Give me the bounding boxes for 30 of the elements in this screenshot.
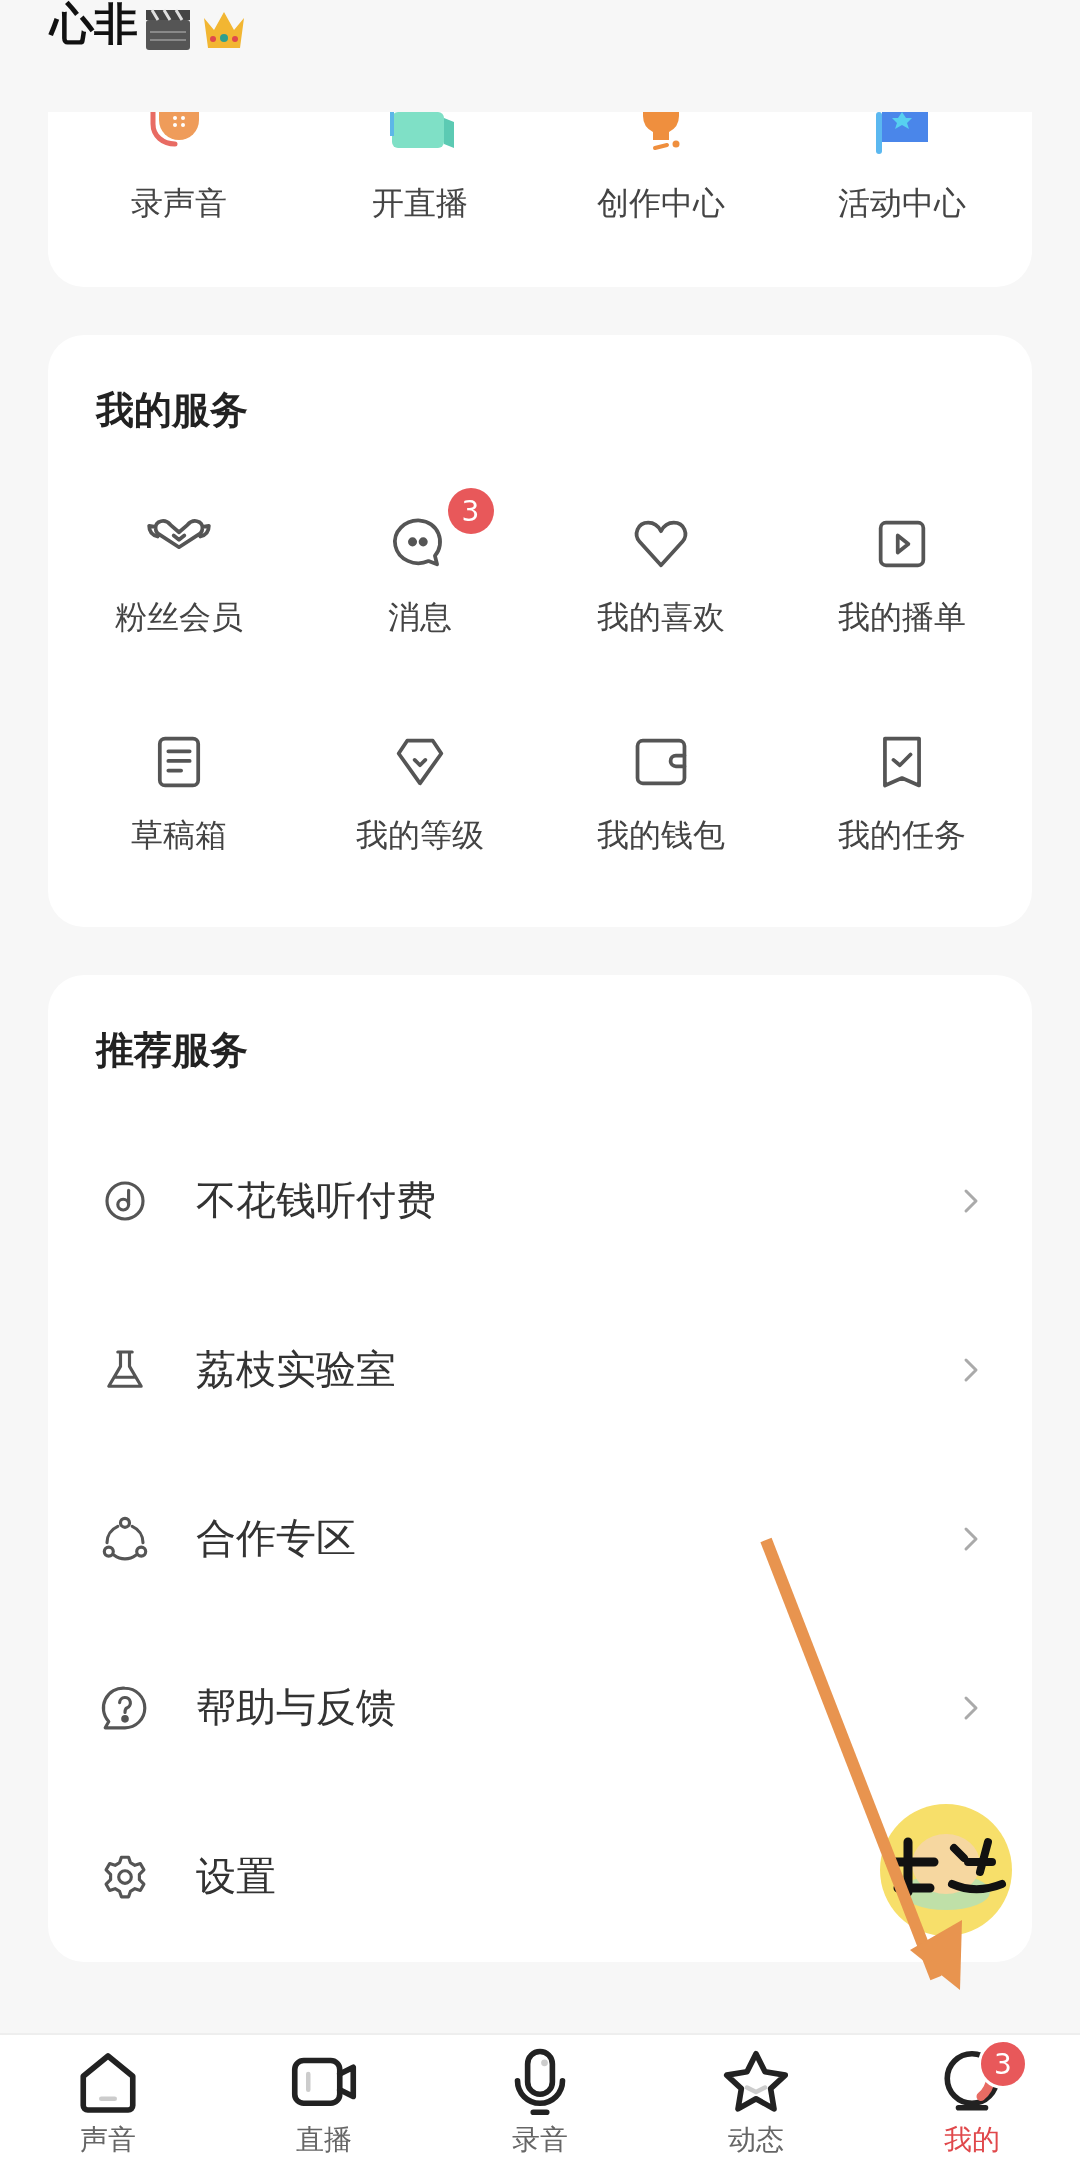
shortcut-label[interactable]: 创作中心 <box>596 182 725 226</box>
tab-item[interactable]: 直播 <box>216 2035 432 2182</box>
service-label[interactable]: 我的喜欢 <box>596 596 725 640</box>
lightbulb-icon <box>642 112 679 150</box>
menu-item-label[interactable]: 荔枝实验室 <box>196 1342 396 1397</box>
count-badge: 3 <box>447 488 494 534</box>
service-label[interactable]: 消息 <box>387 596 452 640</box>
service-label[interactable]: 我的播单 <box>837 596 966 640</box>
section-title: 推荐服务 <box>96 1027 249 1074</box>
shortcut-label[interactable]: 活动中心 <box>837 182 966 226</box>
count-badge: 3 <box>978 2039 1028 2089</box>
service-label[interactable]: 我的等级 <box>355 814 484 858</box>
service-label[interactable]: 我的任务 <box>837 814 966 858</box>
tab-item[interactable]: 声音 <box>0 2035 216 2182</box>
shortcut-label[interactable]: 开直播 <box>371 182 468 226</box>
flag-icon <box>875 112 928 154</box>
menu-item-label[interactable]: 合作专区 <box>196 1511 356 1566</box>
tab-item[interactable]: 3 我的 <box>864 2035 1080 2182</box>
menu-item-label[interactable]: 帮助与反馈 <box>196 1680 396 1735</box>
tab-item[interactable]: 动态 <box>648 2035 864 2182</box>
section-title: 我的服务 <box>96 387 249 434</box>
service-label[interactable]: 我的钱包 <box>596 814 725 858</box>
menu-item-label[interactable]: 不花钱听付费 <box>196 1173 436 1228</box>
user-name: 心非 <box>50 0 138 51</box>
service-label[interactable]: 草稿箱 <box>130 814 227 858</box>
live-screen-icon <box>389 112 454 148</box>
shortcut-label[interactable]: 录声音 <box>130 182 227 226</box>
tab-item[interactable]: 录音 <box>432 2035 648 2182</box>
service-label[interactable]: 粉丝会员 <box>114 596 243 640</box>
menu-item-label[interactable]: 设置 <box>196 1849 276 1904</box>
